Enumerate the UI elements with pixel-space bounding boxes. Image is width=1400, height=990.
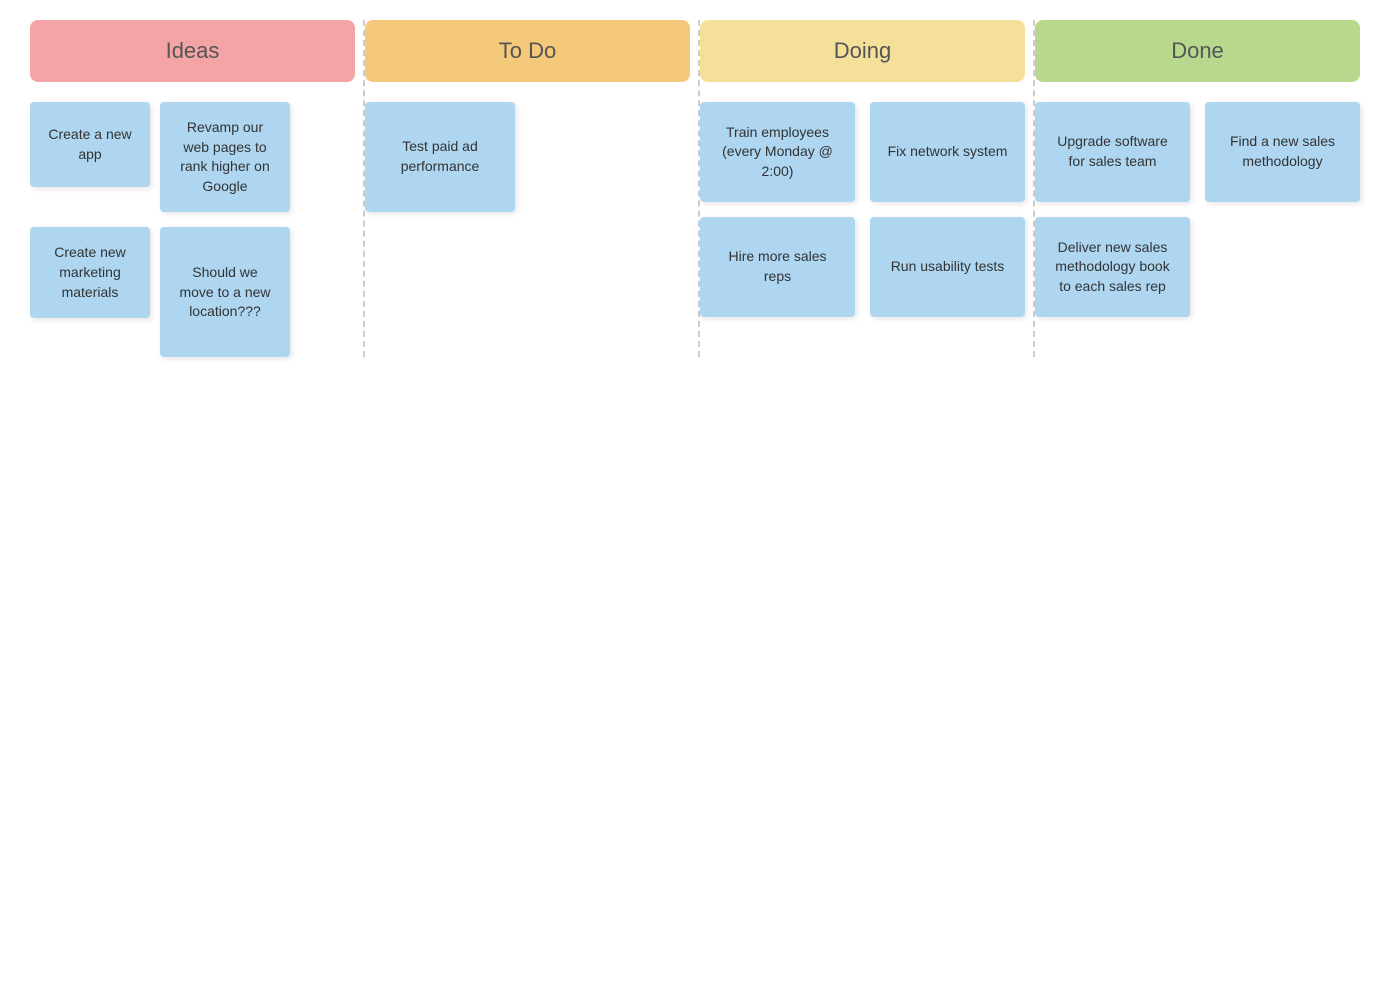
card-deliver-book[interactable]: Deliver new sales methodology book to ea… — [1035, 217, 1190, 317]
card-text: Create new marketing materials — [44, 243, 136, 302]
card-find-methodology[interactable]: Find a new sales methodology — [1205, 102, 1360, 202]
card-text: Create a new app — [44, 125, 136, 164]
column-title-ideas: Ideas — [166, 38, 220, 63]
column-ideas: Ideas Create a new app Revamp our web pa… — [30, 20, 365, 357]
ideas-row-2: Create new marketing materials Should we… — [30, 227, 355, 357]
card-test-paid-ad[interactable]: Test paid ad performance — [365, 102, 515, 212]
column-doing: Doing Train employees (every Monday @ 2:… — [700, 20, 1035, 357]
doing-cards-area: Train employees (every Monday @ 2:00) Fi… — [700, 102, 1035, 317]
column-header-ideas: Ideas — [30, 20, 355, 82]
card-upgrade-software[interactable]: Upgrade software for sales team — [1035, 102, 1190, 202]
column-header-doing: Doing — [700, 20, 1025, 82]
ideas-row-1: Create a new app Revamp our web pages to… — [30, 102, 355, 212]
card-run-usability[interactable]: Run usability tests — [870, 217, 1025, 317]
card-move-location[interactable]: Should we move to a new location??? — [160, 227, 290, 357]
card-text: Revamp our web pages to rank higher on G… — [174, 118, 276, 196]
ideas-cards-area: Create a new app Revamp our web pages to… — [30, 102, 365, 357]
card-revamp-web[interactable]: Revamp our web pages to rank higher on G… — [160, 102, 290, 212]
card-text: Fix network system — [888, 142, 1008, 162]
card-text: Train employees (every Monday @ 2:00) — [714, 123, 841, 182]
todo-cards-area: Test paid ad performance — [365, 102, 700, 212]
card-create-app[interactable]: Create a new app — [30, 102, 150, 187]
card-text: Run usability tests — [891, 257, 1005, 277]
card-hire-sales[interactable]: Hire more sales reps — [700, 217, 855, 317]
column-title-todo: To Do — [499, 38, 556, 63]
column-header-todo: To Do — [365, 20, 690, 82]
column-todo: To Do Test paid ad performance — [365, 20, 700, 357]
kanban-board: Ideas Create a new app Revamp our web pa… — [0, 0, 1400, 377]
card-text: Should we move to a new location??? — [174, 263, 276, 322]
card-text: Find a new sales methodology — [1219, 132, 1346, 171]
card-fix-network[interactable]: Fix network system — [870, 102, 1025, 202]
card-text: Test paid ad performance — [379, 137, 501, 176]
column-done: Done Upgrade software for sales team Fin… — [1035, 20, 1370, 357]
column-header-done: Done — [1035, 20, 1360, 82]
card-text: Upgrade software for sales team — [1049, 132, 1176, 171]
card-create-marketing[interactable]: Create new marketing materials — [30, 227, 150, 318]
card-train-employees[interactable]: Train employees (every Monday @ 2:00) — [700, 102, 855, 202]
card-text: Deliver new sales methodology book to ea… — [1049, 238, 1176, 297]
done-cards-area: Upgrade software for sales team Find a n… — [1035, 102, 1370, 317]
column-title-done: Done — [1171, 38, 1224, 63]
column-title-doing: Doing — [834, 38, 891, 63]
card-text: Hire more sales reps — [714, 247, 841, 286]
